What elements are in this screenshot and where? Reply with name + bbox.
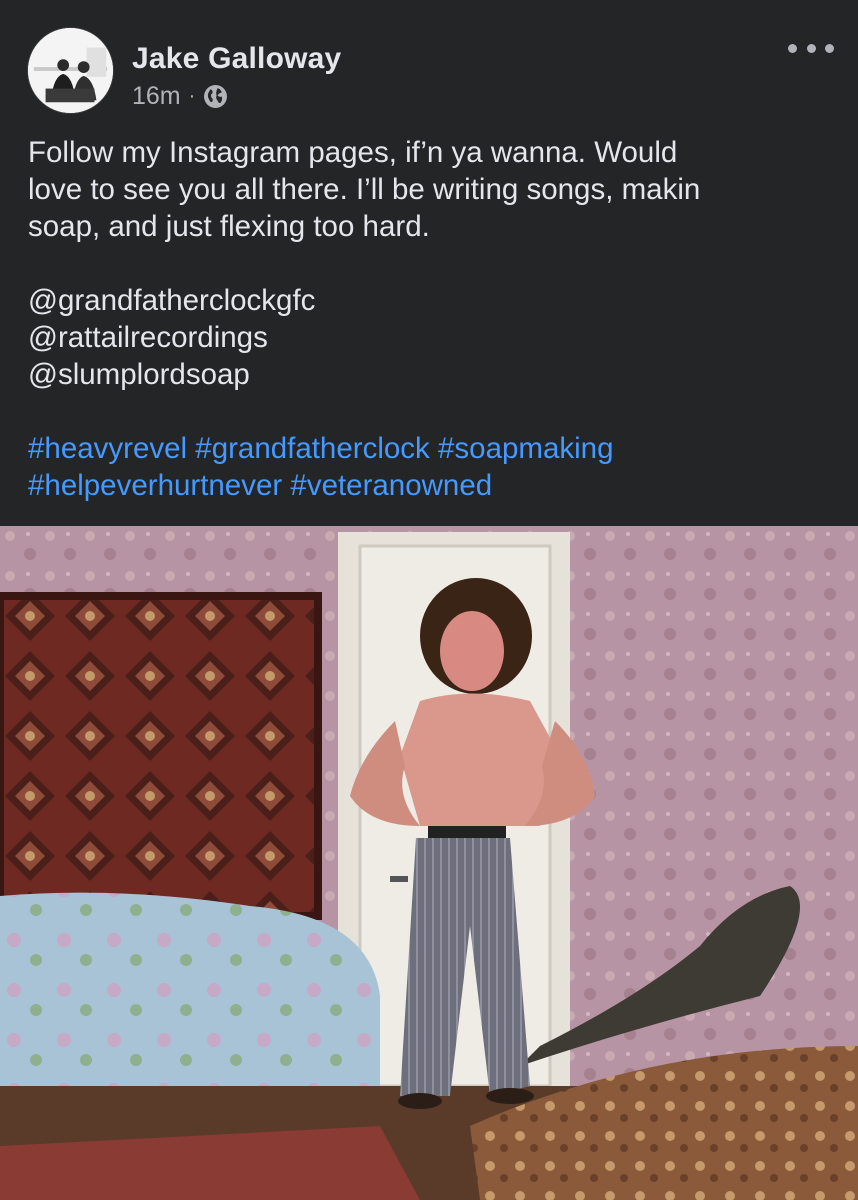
photo-of-shirtless-man-flexing-in-room [0, 526, 858, 1200]
more-dot [825, 43, 834, 53]
hashtag-line: #helpeverhurtnever #veteranowned [28, 467, 828, 504]
mention-link[interactable]: @rattailrecordings [28, 319, 828, 356]
more-dot [788, 43, 797, 53]
post-image[interactable] [0, 526, 858, 1200]
avatar-photo-icon [28, 28, 113, 113]
hashtag-link[interactable]: #heavyrevel [28, 432, 187, 465]
post-meta: 16m · [132, 82, 228, 111]
globe-icon[interactable] [203, 84, 228, 109]
mention-link[interactable]: @slumplordsoap [28, 356, 828, 393]
post-text-line: soap, and just flexing too hard. [28, 210, 430, 243]
post-text-line: love to see you all there. I’ll be writi… [28, 173, 701, 206]
hashtag-link[interactable]: #soapmaking [438, 432, 613, 465]
hashtag-link[interactable]: #veteranowned [290, 469, 492, 502]
hashtag-link[interactable]: #grandfatherclock [195, 432, 430, 465]
hashtag-link[interactable]: #helpeverhurtnever [28, 469, 282, 502]
hashtag-line: #heavyrevel #grandfatherclock #soapmakin… [28, 430, 828, 467]
post-text: Follow my Instagram pages, if’n ya wanna… [28, 134, 828, 504]
post-text-line: Follow my Instagram pages, if’n ya wanna… [28, 136, 678, 169]
mention-link[interactable]: @grandfatherclockgfc [28, 282, 828, 319]
more-options-button[interactable] [788, 36, 834, 60]
post-timestamp[interactable]: 16m [132, 82, 181, 111]
author-avatar[interactable] [27, 27, 114, 114]
post-header: Jake Galloway 16m · [0, 0, 858, 130]
meta-separator: · [188, 85, 196, 107]
author-name[interactable]: Jake Galloway [132, 42, 341, 76]
more-dot [806, 43, 816, 53]
